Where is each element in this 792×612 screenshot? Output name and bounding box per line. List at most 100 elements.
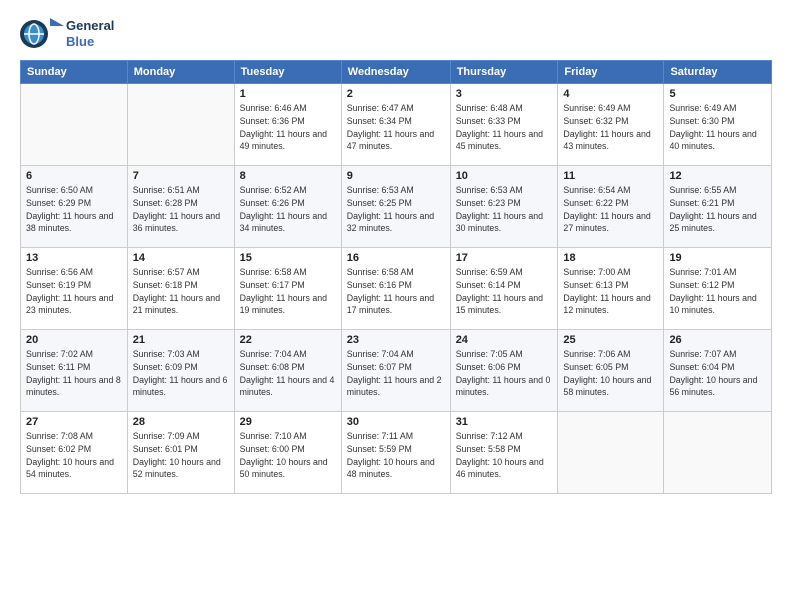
day-cell: 29 Sunrise: 7:10 AM Sunset: 6:00 PM Dayli… — [234, 412, 341, 494]
day-number: 23 — [347, 334, 445, 346]
day-info: Sunrise: 7:06 AM Sunset: 6:05 PM Dayligh… — [563, 348, 658, 399]
day-number: 18 — [563, 252, 658, 264]
day-cell: 27Sunrise: 7:08 AM Sunset: 6:02 PM Dayli… — [21, 412, 128, 494]
day-cell: 23Sunrise: 7:04 AM Sunset: 6:07 PM Dayli… — [341, 330, 450, 412]
day-number: 31 — [456, 416, 553, 428]
day-info: Sunrise: 6:55 AM Sunset: 6:21 PM Dayligh… — [669, 184, 766, 235]
day-number: 15 — [240, 252, 336, 264]
day-cell: 15 Sunrise: 6:58 AM Sunset: 6:17 PM Dayli… — [234, 248, 341, 330]
day-number: 2 — [347, 88, 445, 100]
weekday-header-tuesday: Tuesday — [234, 61, 341, 84]
day-info: Sunrise: 7:10 AM Sunset: 6:00 PM Dayligh… — [240, 430, 336, 481]
day-cell: 31 Sunrise: 7:12 AM Sunset: 5:58 PM Dayli… — [450, 412, 558, 494]
day-info: Sunrise: 6:56 AM Sunset: 6:19 PM Dayligh… — [26, 266, 122, 317]
day-number: 30 — [347, 416, 445, 428]
weekday-header-sunday: Sunday — [21, 61, 128, 84]
day-cell: 19 Sunrise: 7:01 AM Sunset: 6:12 PM Dayli… — [664, 248, 772, 330]
day-cell: 28 Sunrise: 7:09 AM Sunset: 6:01 PM Dayli… — [127, 412, 234, 494]
day-cell: 18 Sunrise: 7:00 AM Sunset: 6:13 PM Dayli… — [558, 248, 664, 330]
day-info: Sunrise: 6:53 AM Sunset: 6:23 PM Dayligh… — [456, 184, 553, 235]
day-info: Sunrise: 7:00 AM Sunset: 6:13 PM Dayligh… — [563, 266, 658, 317]
week-row-1: 6Sunrise: 6:50 AM Sunset: 6:29 PM Daylig… — [21, 166, 772, 248]
week-row-2: 13 Sunrise: 6:56 AM Sunset: 6:19 PM Dayli… — [21, 248, 772, 330]
day-number: 5 — [669, 88, 766, 100]
day-number: 22 — [240, 334, 336, 346]
day-cell: 30 Sunrise: 7:11 AM Sunset: 5:59 PM Dayli… — [341, 412, 450, 494]
header: GeneralBlue — [20, 16, 772, 52]
day-info: Sunrise: 7:02 AM Sunset: 6:11 PM Dayligh… — [26, 348, 122, 399]
day-info: Sunrise: 7:08 AM Sunset: 6:02 PM Dayligh… — [26, 430, 122, 481]
day-info: Sunrise: 6:51 AM Sunset: 6:28 PM Dayligh… — [133, 184, 229, 235]
day-info: Sunrise: 7:09 AM Sunset: 6:01 PM Dayligh… — [133, 430, 229, 481]
day-info: Sunrise: 6:46 AM Sunset: 6:36 PM Dayligh… — [240, 102, 336, 153]
day-cell — [127, 84, 234, 166]
week-row-3: 20 Sunrise: 7:02 AM Sunset: 6:11 PM Dayli… — [21, 330, 772, 412]
day-info: Sunrise: 6:53 AM Sunset: 6:25 PM Dayligh… — [347, 184, 445, 235]
day-cell: 16 Sunrise: 6:58 AM Sunset: 6:16 PM Dayli… — [341, 248, 450, 330]
day-number: 25 — [563, 334, 658, 346]
day-info: Sunrise: 6:58 AM Sunset: 6:17 PM Dayligh… — [240, 266, 336, 317]
day-info: Sunrise: 6:54 AM Sunset: 6:22 PM Dayligh… — [563, 184, 658, 235]
day-number: 26 — [669, 334, 766, 346]
day-cell: 13 Sunrise: 6:56 AM Sunset: 6:19 PM Dayli… — [21, 248, 128, 330]
day-info: Sunrise: 7:03 AM Sunset: 6:09 PM Dayligh… — [133, 348, 229, 399]
day-cell: 21 Sunrise: 7:03 AM Sunset: 6:09 PM Dayli… — [127, 330, 234, 412]
day-cell: 17 Sunrise: 6:59 AM Sunset: 6:14 PM Dayli… — [450, 248, 558, 330]
day-number: 3 — [456, 88, 553, 100]
day-cell: 25 Sunrise: 7:06 AM Sunset: 6:05 PM Dayli… — [558, 330, 664, 412]
day-number: 9 — [347, 170, 445, 182]
day-info: Sunrise: 6:57 AM Sunset: 6:18 PM Dayligh… — [133, 266, 229, 317]
week-row-0: 1 Sunrise: 6:46 AM Sunset: 6:36 PM Daylig… — [21, 84, 772, 166]
day-cell: 6Sunrise: 6:50 AM Sunset: 6:29 PM Daylig… — [21, 166, 128, 248]
day-number: 14 — [133, 252, 229, 264]
day-cell: 22 Sunrise: 7:04 AM Sunset: 6:08 PM Dayli… — [234, 330, 341, 412]
day-cell: 7Sunrise: 6:51 AM Sunset: 6:28 PM Daylig… — [127, 166, 234, 248]
day-cell: 8Sunrise: 6:52 AM Sunset: 6:26 PM Daylig… — [234, 166, 341, 248]
day-cell: 2 Sunrise: 6:47 AM Sunset: 6:34 PM Daylig… — [341, 84, 450, 166]
day-info: Sunrise: 7:11 AM Sunset: 5:59 PM Dayligh… — [347, 430, 445, 481]
day-number: 16 — [347, 252, 445, 264]
weekday-header-saturday: Saturday — [664, 61, 772, 84]
page: GeneralBlue SundayMondayTuesdayWednesday… — [0, 0, 792, 612]
day-info: Sunrise: 7:01 AM Sunset: 6:12 PM Dayligh… — [669, 266, 766, 317]
day-info: Sunrise: 7:12 AM Sunset: 5:58 PM Dayligh… — [456, 430, 553, 481]
day-info: Sunrise: 6:58 AM Sunset: 6:16 PM Dayligh… — [347, 266, 445, 317]
day-info: Sunrise: 7:05 AM Sunset: 6:06 PM Dayligh… — [456, 348, 553, 399]
day-cell: 20 Sunrise: 7:02 AM Sunset: 6:11 PM Dayli… — [21, 330, 128, 412]
day-cell: 1 Sunrise: 6:46 AM Sunset: 6:36 PM Daylig… — [234, 84, 341, 166]
week-row-4: 27Sunrise: 7:08 AM Sunset: 6:02 PM Dayli… — [21, 412, 772, 494]
day-number: 29 — [240, 416, 336, 428]
day-number: 11 — [563, 170, 658, 182]
weekday-header-thursday: Thursday — [450, 61, 558, 84]
weekday-header-row: SundayMondayTuesdayWednesdayThursdayFrid… — [21, 61, 772, 84]
day-info: Sunrise: 6:50 AM Sunset: 6:29 PM Dayligh… — [26, 184, 122, 235]
day-cell: 9 Sunrise: 6:53 AM Sunset: 6:25 PM Daylig… — [341, 166, 450, 248]
day-cell: 3 Sunrise: 6:48 AM Sunset: 6:33 PM Daylig… — [450, 84, 558, 166]
day-number: 13 — [26, 252, 122, 264]
day-cell — [558, 412, 664, 494]
day-info: Sunrise: 7:04 AM Sunset: 6:08 PM Dayligh… — [240, 348, 336, 399]
day-cell: 12 Sunrise: 6:55 AM Sunset: 6:21 PM Dayli… — [664, 166, 772, 248]
day-cell: 14 Sunrise: 6:57 AM Sunset: 6:18 PM Dayli… — [127, 248, 234, 330]
day-cell — [664, 412, 772, 494]
day-cell: 11 Sunrise: 6:54 AM Sunset: 6:22 PM Dayli… — [558, 166, 664, 248]
day-number: 19 — [669, 252, 766, 264]
day-number: 12 — [669, 170, 766, 182]
day-number: 21 — [133, 334, 229, 346]
day-number: 28 — [133, 416, 229, 428]
day-number: 1 — [240, 88, 336, 100]
day-cell: 24Sunrise: 7:05 AM Sunset: 6:06 PM Dayli… — [450, 330, 558, 412]
calendar: SundayMondayTuesdayWednesdayThursdayFrid… — [20, 60, 772, 494]
day-number: 4 — [563, 88, 658, 100]
logo-svg — [20, 16, 64, 52]
day-info: Sunrise: 6:59 AM Sunset: 6:14 PM Dayligh… — [456, 266, 553, 317]
day-number: 20 — [26, 334, 122, 346]
day-info: Sunrise: 6:47 AM Sunset: 6:34 PM Dayligh… — [347, 102, 445, 153]
weekday-header-wednesday: Wednesday — [341, 61, 450, 84]
day-info: Sunrise: 6:48 AM Sunset: 6:33 PM Dayligh… — [456, 102, 553, 153]
day-cell: 26Sunrise: 7:07 AM Sunset: 6:04 PM Dayli… — [664, 330, 772, 412]
day-number: 17 — [456, 252, 553, 264]
logo: GeneralBlue — [20, 16, 114, 52]
weekday-header-monday: Monday — [127, 61, 234, 84]
day-info: Sunrise: 6:49 AM Sunset: 6:32 PM Dayligh… — [563, 102, 658, 153]
